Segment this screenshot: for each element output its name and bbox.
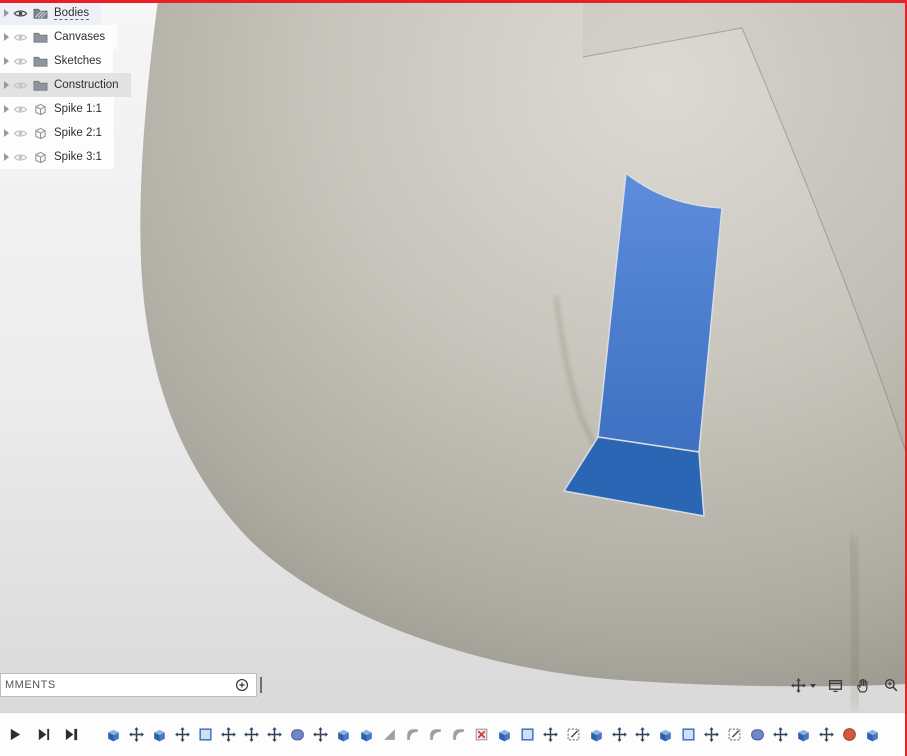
- visibility-eye-icon[interactable]: [13, 126, 28, 141]
- body-icon: [33, 150, 48, 165]
- comments-label: MMENTS: [5, 679, 56, 691]
- timeline-feature-extrude[interactable]: [358, 726, 375, 743]
- timeline-feature-extrude[interactable]: [588, 726, 605, 743]
- timeline-feature-boxsel[interactable]: [197, 726, 214, 743]
- timeline-feature-move[interactable]: [634, 726, 651, 743]
- browser-item-canvases[interactable]: Canvases: [0, 25, 118, 49]
- display-icon[interactable]: [827, 677, 844, 694]
- folder-icon: [33, 78, 48, 93]
- timeline-feature-move[interactable]: [312, 726, 329, 743]
- timeline-feature-move[interactable]: [611, 726, 628, 743]
- timeline-feature-form[interactable]: [289, 726, 306, 743]
- browser-item-label: Canvases: [54, 31, 106, 43]
- browser-item-spike-3-1[interactable]: Spike 3:1: [0, 145, 114, 169]
- capture-border-top: [0, 0, 907, 3]
- browser-item-label: Spike 3:1: [54, 151, 102, 163]
- step-forward-icon[interactable]: [36, 727, 51, 742]
- timeline-feature-extrude[interactable]: [335, 726, 352, 743]
- expand-chevron-icon[interactable]: [4, 129, 9, 137]
- browser-item-label: Construction: [54, 79, 119, 91]
- timeline-feature-move[interactable]: [243, 726, 260, 743]
- timeline-features: [105, 726, 907, 743]
- folder-icon: [33, 54, 48, 69]
- circle-plus-icon[interactable]: [235, 678, 249, 692]
- timeline-feature-fillet[interactable]: [450, 726, 467, 743]
- timeline-feature-fillet[interactable]: [427, 726, 444, 743]
- visibility-eye-icon[interactable]: [13, 102, 28, 117]
- pan-icon[interactable]: [855, 677, 872, 694]
- timeline-feature-move[interactable]: [220, 726, 237, 743]
- visibility-eye-icon[interactable]: [13, 150, 28, 165]
- visibility-eye-icon[interactable]: [13, 78, 28, 93]
- timeline-feature-extrude[interactable]: [151, 726, 168, 743]
- timeline-feature-extrude[interactable]: [105, 726, 122, 743]
- skip-end-icon[interactable]: [64, 727, 79, 742]
- 3d-viewport[interactable]: [0, 0, 907, 712]
- expand-chevron-icon[interactable]: [4, 153, 9, 161]
- timeline-feature-boxsel[interactable]: [519, 726, 536, 743]
- fusion-window: Bodies Canvases Sketches Construction Sp…: [0, 0, 907, 756]
- timeline-feature-move[interactable]: [174, 726, 191, 743]
- timeline-feature-move[interactable]: [772, 726, 789, 743]
- play-icon[interactable]: [8, 727, 23, 742]
- timeline-feature-extrude[interactable]: [795, 726, 812, 743]
- timeline-feature-move[interactable]: [266, 726, 283, 743]
- browser-item-sketches[interactable]: Sketches: [0, 49, 114, 73]
- zoom-icon[interactable]: [883, 677, 900, 694]
- timeline-playback-controls: [0, 727, 89, 742]
- splitter-handle[interactable]: [260, 677, 262, 693]
- expand-chevron-icon[interactable]: [4, 33, 9, 41]
- orbit-icon[interactable]: [790, 677, 816, 694]
- timeline-feature-sphere[interactable]: [841, 726, 858, 743]
- browser-item-bodies[interactable]: Bodies: [0, 1, 102, 25]
- timeline-feature-extrude[interactable]: [657, 726, 674, 743]
- timeline-feature-move[interactable]: [542, 726, 559, 743]
- browser-item-spike-1-1[interactable]: Spike 1:1: [0, 97, 114, 121]
- browser-item-label: Spike 1:1: [54, 103, 102, 115]
- timeline-feature-fillet[interactable]: [404, 726, 421, 743]
- expand-chevron-icon[interactable]: [4, 81, 9, 89]
- timeline-feature-boxsel[interactable]: [680, 726, 697, 743]
- dropdown-caret-icon[interactable]: [810, 683, 816, 688]
- comments-bar[interactable]: MMENTS: [0, 673, 257, 697]
- timeline-feature-sketch[interactable]: [565, 726, 582, 743]
- timeline-feature-extrude[interactable]: [496, 726, 513, 743]
- bodies-folder-icon: [33, 6, 48, 21]
- timeline-feature-move[interactable]: [703, 726, 720, 743]
- browser-panel: Bodies Canvases Sketches Construction Sp…: [0, 1, 131, 169]
- browser-item-label: Sketches: [54, 55, 102, 67]
- expand-chevron-icon[interactable]: [4, 57, 9, 65]
- expand-chevron-icon[interactable]: [4, 9, 9, 17]
- timeline-feature-chamfer[interactable]: [381, 726, 398, 743]
- visibility-eye-icon[interactable]: [13, 54, 28, 69]
- body-icon: [33, 102, 48, 117]
- timeline-feature-error[interactable]: [473, 726, 490, 743]
- navigation-bar: [790, 677, 900, 694]
- timeline-feature-extrude[interactable]: [864, 726, 881, 743]
- browser-item-construction[interactable]: Construction: [0, 73, 131, 97]
- browser-item-spike-2-1[interactable]: Spike 2:1: [0, 121, 114, 145]
- browser-item-label: Bodies: [54, 6, 90, 20]
- browser-item-label: Spike 2:1: [54, 127, 102, 139]
- visibility-eye-icon[interactable]: [13, 6, 28, 21]
- expand-chevron-icon[interactable]: [4, 105, 9, 113]
- timeline-feature-sketch[interactable]: [726, 726, 743, 743]
- folder-icon: [33, 30, 48, 45]
- timeline-feature-move[interactable]: [128, 726, 145, 743]
- timeline-bar: [0, 712, 907, 756]
- visibility-eye-icon[interactable]: [13, 30, 28, 45]
- body-icon: [33, 126, 48, 141]
- timeline-feature-move[interactable]: [818, 726, 835, 743]
- timeline-feature-form[interactable]: [749, 726, 766, 743]
